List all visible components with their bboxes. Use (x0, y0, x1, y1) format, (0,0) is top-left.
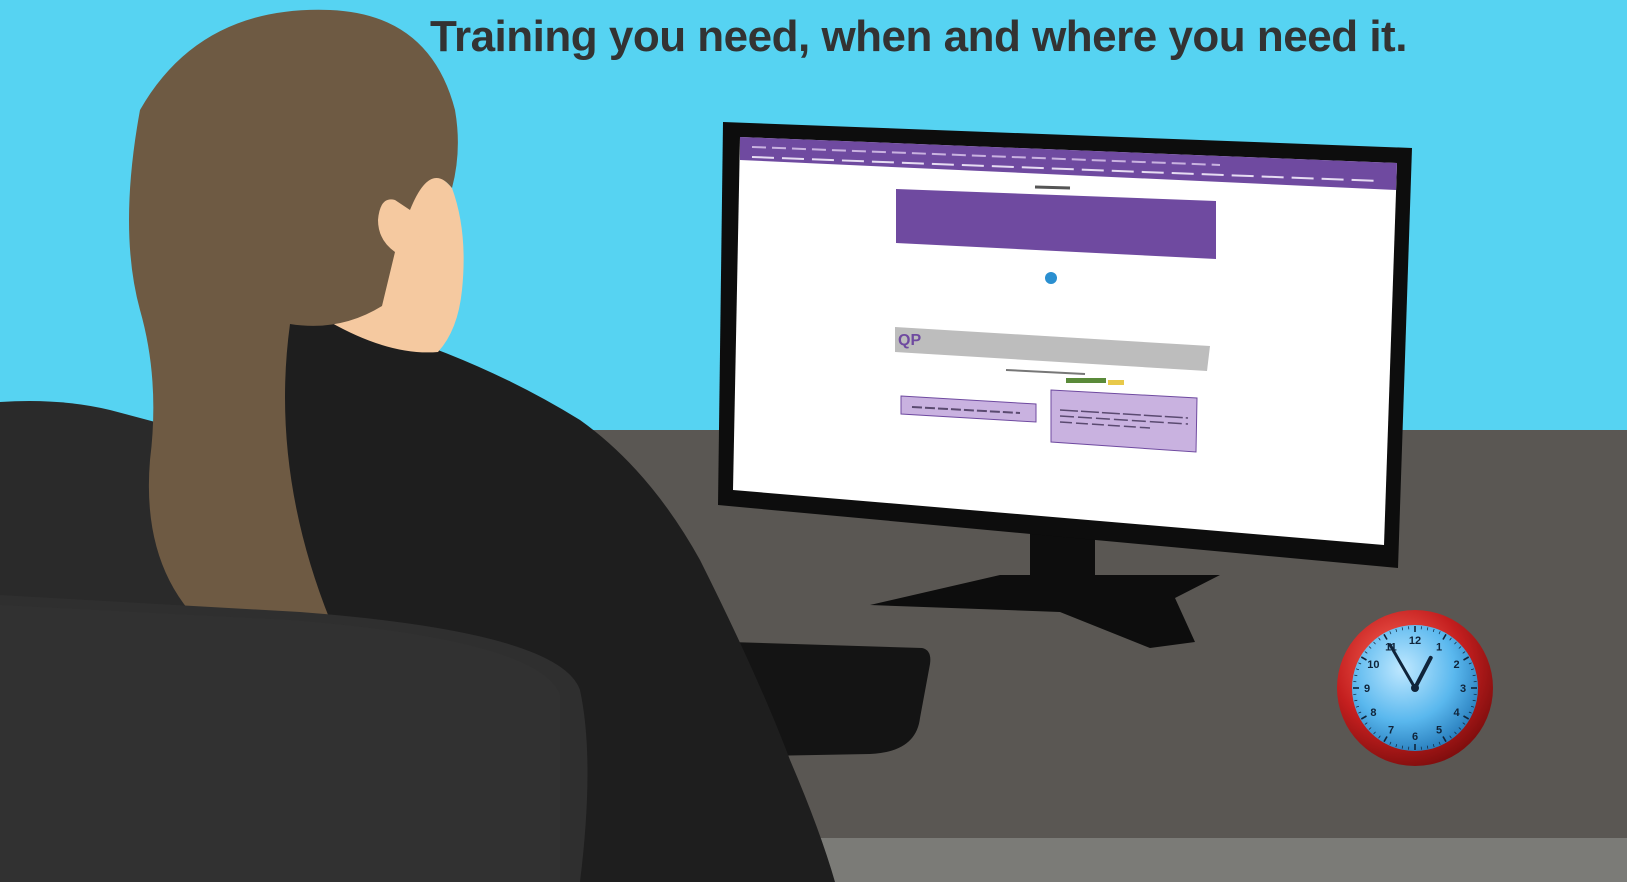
screen-page-title (1034, 185, 1071, 190)
screen-logo-text: QP (898, 332, 921, 349)
clock-number: 8 (1370, 707, 1376, 719)
screen-small-badge (1108, 380, 1124, 385)
clock-icon: 121234567891011 (1337, 610, 1493, 766)
clock-number: 4 (1454, 707, 1461, 719)
headline: Training you need, when and where you ne… (430, 12, 1407, 61)
clock-number: 5 (1436, 725, 1442, 737)
clock-number: 1 (1436, 641, 1442, 653)
screen-small-button (1066, 378, 1106, 383)
clock-number: 7 (1388, 725, 1394, 737)
clock-number: 3 (1460, 683, 1466, 695)
clock-number: 2 (1454, 659, 1460, 671)
clock-center-pin (1411, 684, 1419, 692)
clock-number: 12 (1409, 635, 1421, 647)
clock-number: 6 (1412, 731, 1418, 743)
clock-number: 10 (1367, 659, 1379, 671)
screen-play-dot (1045, 272, 1057, 284)
screen-right-box (1050, 389, 1198, 453)
clock-number: 9 (1364, 683, 1370, 695)
